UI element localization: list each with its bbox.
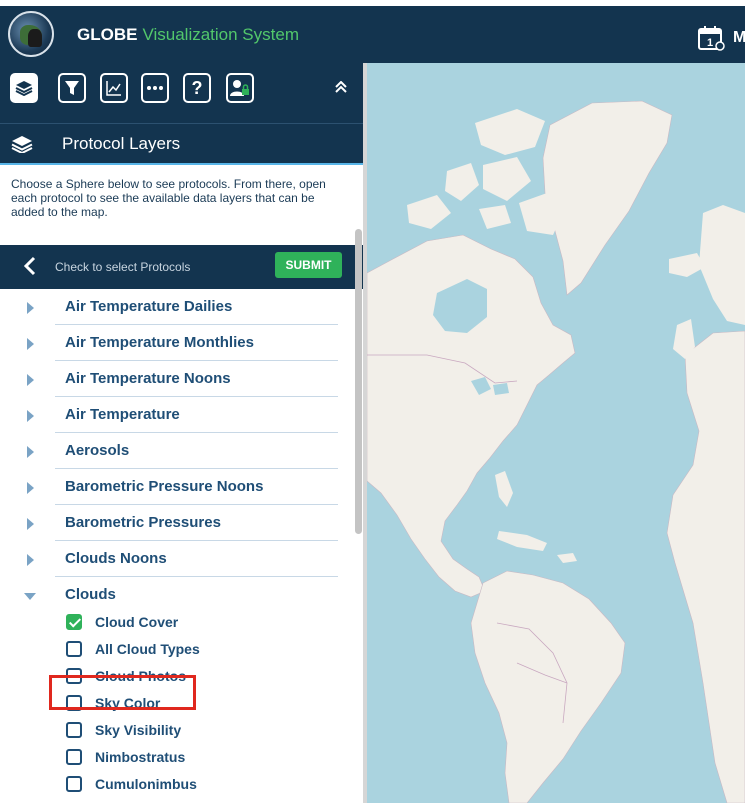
- protocol-label[interactable]: Air Temperature Monthlies: [65, 334, 254, 351]
- expand-arrow-icon[interactable]: [27, 518, 34, 530]
- globe-logo[interactable]: [8, 11, 54, 57]
- chart-icon: [106, 81, 121, 96]
- sidebar-scrollbar[interactable]: [355, 229, 362, 534]
- expand-arrow-icon[interactable]: [27, 410, 34, 422]
- expand-arrow-icon[interactable]: [27, 446, 34, 458]
- collapse-chevron-icon[interactable]: [334, 80, 348, 98]
- layer-label[interactable]: Nimbostratus: [95, 749, 185, 765]
- calendar-icon[interactable]: 1: [697, 25, 725, 51]
- protocol-label[interactable]: Barometric Pressures: [65, 514, 221, 531]
- layer-checkbox[interactable]: [66, 776, 82, 792]
- layer-checkbox[interactable]: [66, 614, 82, 630]
- protocol-hint: Check to select Protocols: [55, 260, 191, 274]
- protocol-label[interactable]: Air Temperature Noons: [65, 370, 231, 387]
- protocol-row[interactable]: Barometric Pressure Noons: [0, 469, 352, 505]
- brand-subtitle: Visualization System: [142, 25, 299, 44]
- section-accent-line: [0, 163, 366, 165]
- sidebar-toolbar: ?: [0, 63, 366, 123]
- layer-label[interactable]: All Cloud Types: [95, 641, 200, 657]
- collapse-arrow-icon[interactable]: [24, 593, 36, 600]
- layer-checkbox[interactable]: [66, 722, 82, 738]
- brand-name: GLOBE: [77, 25, 138, 44]
- app-title: GLOBE Visualization System: [77, 25, 299, 45]
- sidebar: ? Protocol Layers Choose a Sphere below …: [0, 63, 366, 803]
- section-description: Choose a Sphere below to see protocols. …: [11, 177, 326, 219]
- layer-item[interactable]: Cumulonimbus: [0, 771, 352, 798]
- protocol-bar: Check to select Protocols SUBMIT: [0, 245, 366, 289]
- protocol-row[interactable]: Clouds Noons: [0, 541, 352, 577]
- section-header: Protocol Layers: [0, 123, 366, 164]
- help-button[interactable]: ?: [183, 73, 211, 103]
- expand-arrow-icon[interactable]: [27, 338, 34, 350]
- protocol-row[interactable]: Aerosols: [0, 433, 352, 469]
- submit-button[interactable]: SUBMIT: [275, 252, 342, 278]
- protocol-row[interactable]: Air Temperature: [0, 397, 352, 433]
- protocol-label[interactable]: Barometric Pressure Noons: [65, 478, 263, 495]
- expand-arrow-icon[interactable]: [27, 482, 34, 494]
- svg-text:1: 1: [707, 37, 713, 49]
- layers-icon: [11, 136, 33, 153]
- user-button[interactable]: [226, 73, 254, 103]
- protocol-list: Air Temperature Dailies Air Temperature …: [0, 289, 352, 798]
- protocol-label[interactable]: Air Temperature: [65, 406, 180, 423]
- layer-label[interactable]: Sky Visibility: [95, 722, 181, 738]
- layer-item[interactable]: All Cloud Types: [0, 636, 352, 663]
- user-lock-icon: [230, 80, 249, 96]
- protocol-row[interactable]: Air Temperature Monthlies: [0, 325, 352, 361]
- layer-label[interactable]: Cloud Cover: [95, 614, 178, 630]
- help-icon: ?: [191, 77, 203, 98]
- expand-arrow-icon[interactable]: [27, 302, 34, 314]
- highlight-box: [49, 675, 196, 710]
- layers-icon: [15, 81, 33, 96]
- protocol-row-expanded[interactable]: Clouds: [0, 577, 352, 609]
- more-button[interactable]: [141, 73, 169, 103]
- protocol-label[interactable]: Air Temperature Dailies: [65, 298, 232, 315]
- layer-item[interactable]: Sky Visibility: [0, 717, 352, 744]
- protocol-row[interactable]: Barometric Pressures: [0, 505, 352, 541]
- section-title: Protocol Layers: [62, 134, 181, 153]
- header-menu-label[interactable]: M: [733, 29, 745, 47]
- protocol-row[interactable]: Air Temperature Dailies: [0, 289, 352, 325]
- protocol-label[interactable]: Clouds Noons: [65, 550, 167, 567]
- more-icon: [147, 86, 163, 90]
- back-chevron-icon[interactable]: [24, 256, 36, 276]
- app-header: GLOBE Visualization System 1 M: [0, 6, 745, 63]
- chart-button[interactable]: [100, 73, 128, 103]
- protocol-label[interactable]: Aerosols: [65, 442, 129, 459]
- layer-checkbox[interactable]: [66, 749, 82, 765]
- map-view[interactable]: [367, 63, 745, 803]
- expand-arrow-icon[interactable]: [27, 554, 34, 566]
- protocol-label[interactable]: Clouds: [65, 586, 116, 603]
- layers-button[interactable]: [10, 73, 38, 103]
- layer-item[interactable]: Cloud Cover: [0, 609, 352, 636]
- filter-button[interactable]: [58, 73, 86, 103]
- layer-item[interactable]: Nimbostratus: [0, 744, 352, 771]
- layer-label[interactable]: Cumulonimbus: [95, 776, 197, 792]
- world-map[interactable]: [367, 63, 745, 803]
- filter-icon: [65, 81, 79, 95]
- expand-arrow-icon[interactable]: [27, 374, 34, 386]
- protocol-row[interactable]: Air Temperature Noons: [0, 361, 352, 397]
- layer-checkbox[interactable]: [66, 641, 82, 657]
